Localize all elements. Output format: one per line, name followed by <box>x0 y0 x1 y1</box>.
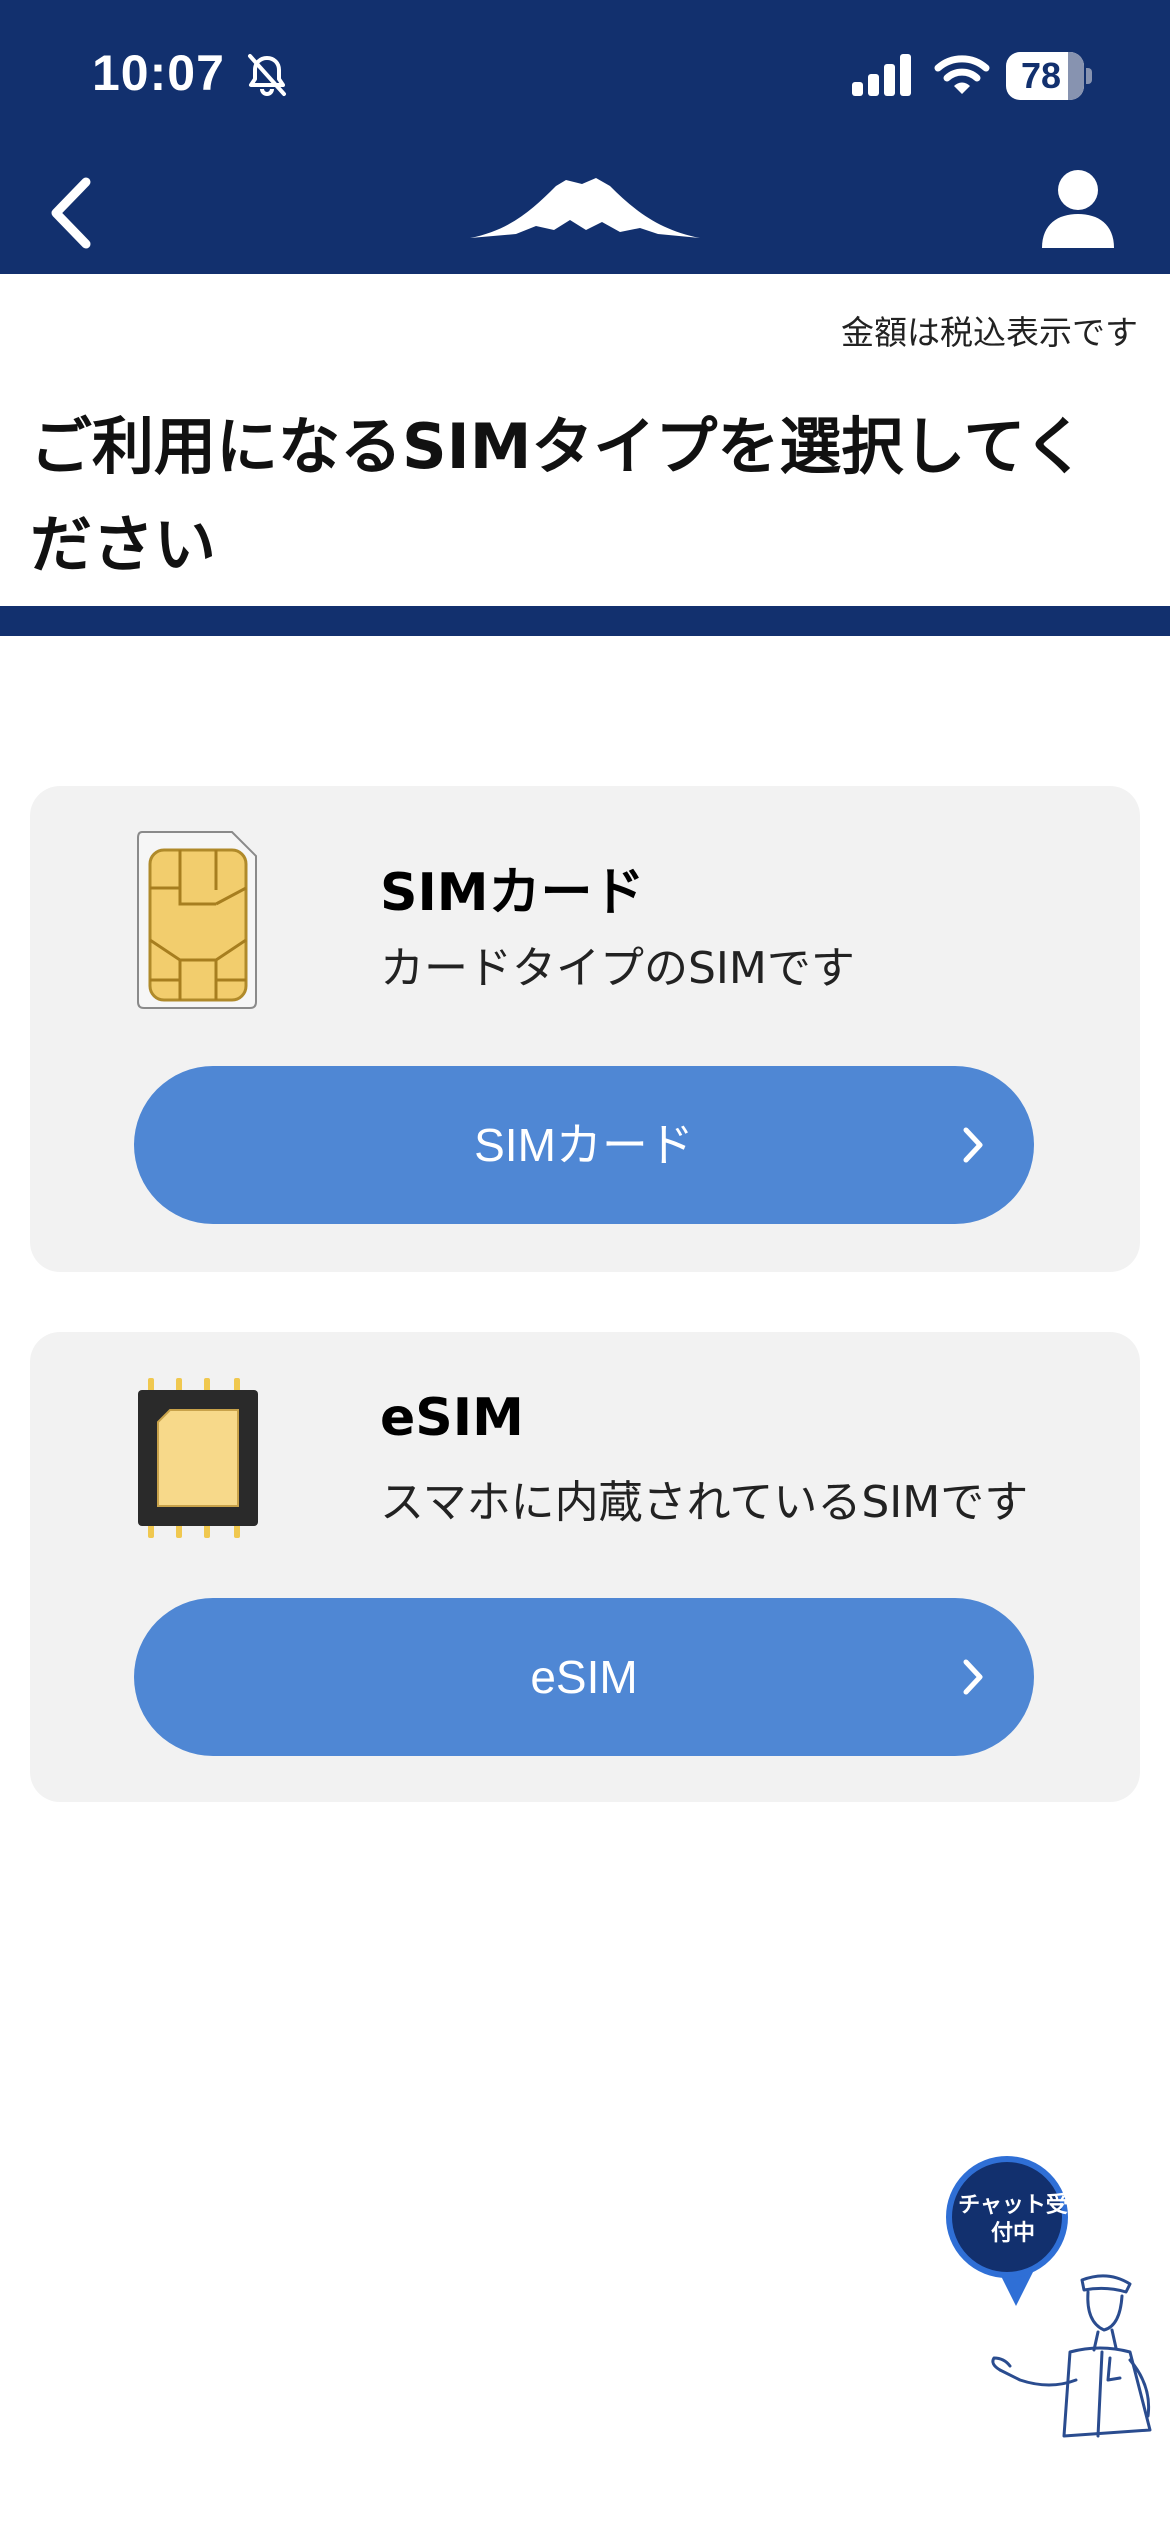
cellular-signal-icon <box>852 54 911 96</box>
chat-label: チャット受付中 <box>958 2193 1068 2246</box>
status-bar: 10:07 78 <box>0 0 1170 148</box>
wifi-icon <box>934 55 990 94</box>
option-card-esim: eSIM スマホに内蔵されているSIMです eSIM <box>30 1332 1140 1802</box>
select-esim-button[interactable]: eSIM <box>134 1598 1034 1756</box>
chevron-right-icon <box>963 1659 983 1695</box>
user-icon[interactable] <box>1040 166 1116 250</box>
status-time: 10:07 <box>92 45 225 101</box>
option-card-sim: SIMカード カードタイプのSIMです SIMカード <box>30 786 1140 1272</box>
select-sim-card-button[interactable]: SIMカード <box>134 1066 1034 1224</box>
button-label: eSIM <box>530 1651 638 1703</box>
chat-widget-button[interactable]: チャット受付中 <box>940 2150 1160 2440</box>
mount-fuji-logo <box>470 178 700 238</box>
tax-note: 金額は税込表示です <box>841 313 1138 352</box>
option-title: SIMカード <box>380 863 645 923</box>
page-title: ご利用になるSIMタイプを選択してください <box>30 410 1086 581</box>
battery-level: 78 <box>1020 55 1062 96</box>
chat-bubble: チャット受付中 <box>946 2156 1068 2278</box>
nav-bar <box>0 148 1170 274</box>
chevron-left-icon[interactable] <box>40 168 110 258</box>
chevron-right-icon <box>963 1127 983 1163</box>
option-description: スマホに内蔵されているSIMです <box>380 1477 1029 1528</box>
battery-icon: 78 <box>1006 52 1092 100</box>
sim-card-icon <box>137 831 257 1009</box>
option-title: eSIM <box>380 1388 524 1448</box>
option-description: カードタイプのSIMです <box>380 943 855 994</box>
bell-slash-icon <box>248 54 286 96</box>
button-label: SIMカード <box>474 1119 694 1171</box>
title-divider-bar <box>0 606 1170 636</box>
esim-chip-icon <box>138 1378 258 1538</box>
